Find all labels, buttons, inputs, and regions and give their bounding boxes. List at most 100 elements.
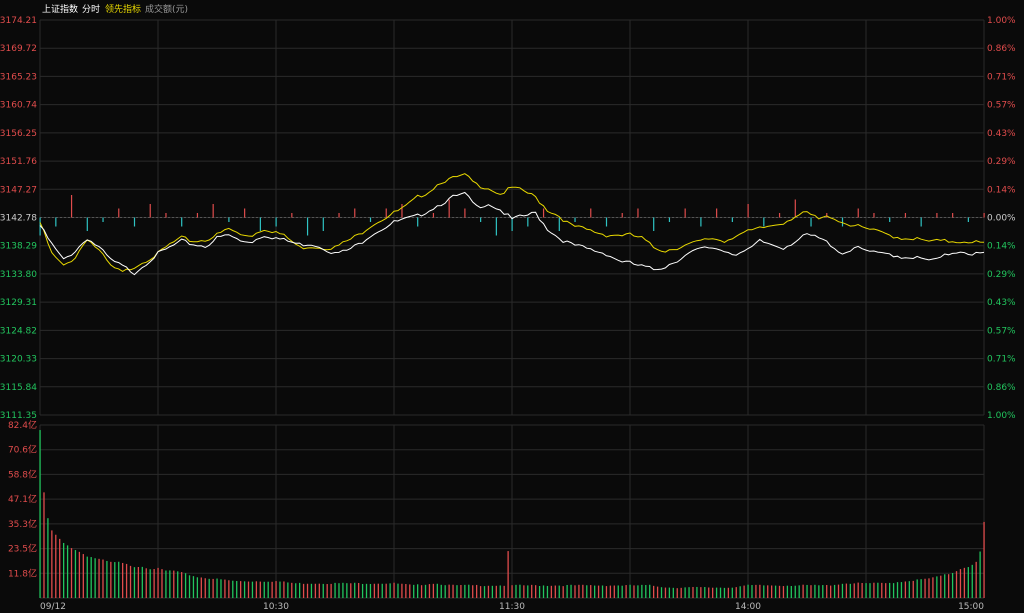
volume-bar xyxy=(885,583,887,598)
volume-bar xyxy=(841,583,844,598)
volume-bar xyxy=(983,521,985,598)
volume-tick-label: 58.8亿 xyxy=(8,468,37,480)
volume-bar xyxy=(479,586,482,598)
leading-bar xyxy=(527,217,529,227)
leading-bar xyxy=(212,204,214,218)
volume-bar xyxy=(74,550,77,598)
volume-bar xyxy=(515,584,517,598)
volume-bar xyxy=(184,573,187,598)
leading-bar xyxy=(354,208,356,218)
volume-bar xyxy=(417,584,419,598)
percent-tick-label: 0.71% xyxy=(987,355,1016,365)
leading-bar xyxy=(700,217,702,227)
leading-tab[interactable]: 领先指标 xyxy=(105,3,141,15)
leading-bar xyxy=(747,204,749,218)
volume-bar xyxy=(247,581,250,598)
volume-bar xyxy=(208,578,210,598)
volume-bar xyxy=(232,580,234,598)
volume-bar xyxy=(554,585,556,598)
volume-bar xyxy=(165,570,167,598)
volume-bar xyxy=(472,585,474,598)
volume-bar xyxy=(287,582,289,598)
volume-bar xyxy=(243,581,246,598)
volume-bar xyxy=(464,584,466,598)
volume-bar xyxy=(314,583,317,598)
volume-bar xyxy=(562,586,564,598)
volume-bar xyxy=(932,577,934,598)
leading-bar xyxy=(841,217,844,227)
volume-bar xyxy=(39,430,41,598)
volume-bar xyxy=(251,581,254,598)
volume-bar xyxy=(912,580,914,598)
volume-bar xyxy=(389,583,391,598)
volume-bar xyxy=(979,551,981,598)
leading-bar xyxy=(873,213,875,218)
mode-tab[interactable]: 分时 xyxy=(82,3,100,15)
volume-bar xyxy=(538,585,541,598)
volume-bar xyxy=(719,587,722,598)
volume-bar xyxy=(653,585,655,598)
volume-bar xyxy=(629,584,631,598)
grid-lines xyxy=(39,19,985,599)
volume-bar xyxy=(216,578,218,598)
volume-bar xyxy=(487,585,490,598)
volume-bar xyxy=(157,567,159,598)
volume-bar xyxy=(322,583,324,598)
volume-bar xyxy=(204,578,206,598)
volume-bar xyxy=(503,585,505,598)
leading-bar xyxy=(668,217,671,222)
volume-bar xyxy=(460,584,462,598)
volume-bar xyxy=(656,586,659,598)
leading-bar xyxy=(417,217,419,227)
volume-bar xyxy=(814,584,816,598)
leading-bar xyxy=(794,199,796,218)
volume-bar xyxy=(346,583,348,598)
volume-bar xyxy=(865,583,867,598)
intraday-chart[interactable]: 3174.21 3169.72 3165.23 3160.74 3156.25 3151.… xyxy=(0,0,1024,613)
volume-bar xyxy=(731,587,733,598)
price-tick-label: 3151.76 xyxy=(0,157,37,167)
leading-bar xyxy=(574,217,576,222)
volume-bar xyxy=(161,569,163,598)
volume-bar xyxy=(476,584,478,598)
percent-tick-label: 0.43% xyxy=(987,298,1016,308)
volume-bar xyxy=(224,579,226,598)
volume-bar xyxy=(491,585,494,598)
volume-bar xyxy=(361,583,364,598)
volume-bar xyxy=(617,585,619,598)
volume-bar xyxy=(420,585,423,598)
leading-bar xyxy=(70,195,73,218)
percent-tick-label: 0.86% xyxy=(987,383,1016,393)
leading-bar xyxy=(275,217,277,227)
leading-bar xyxy=(196,213,199,218)
volume-bar xyxy=(413,584,415,598)
volume-tab[interactable]: 成交额(元) xyxy=(145,3,188,15)
volume-bar xyxy=(279,581,281,598)
volume-bar xyxy=(806,584,808,598)
volume-bar xyxy=(125,563,128,598)
index-name[interactable]: 上证指数 xyxy=(42,3,78,15)
leading-bar xyxy=(306,217,309,236)
volume-bar xyxy=(133,567,136,598)
volume-bar xyxy=(283,581,285,598)
volume-bar xyxy=(668,587,671,598)
volume-bar xyxy=(664,587,667,598)
volume-bar xyxy=(672,587,674,598)
volume-bar xyxy=(240,581,242,598)
volume-bar xyxy=(892,583,895,598)
volume-bar xyxy=(601,585,604,598)
volume-bar xyxy=(857,582,859,598)
volume-bar xyxy=(739,586,741,598)
volume-bar xyxy=(181,572,183,598)
volume-bar xyxy=(259,581,261,598)
volume-bar xyxy=(369,583,372,598)
price-tick-label: 3142.78 xyxy=(0,214,37,224)
volume-bar xyxy=(519,584,521,598)
volume-bar xyxy=(837,584,840,598)
volume-bar xyxy=(114,562,116,598)
volume-bar xyxy=(302,583,305,598)
leading-bar xyxy=(102,217,104,222)
leading-bar xyxy=(338,213,340,218)
volume-bar xyxy=(566,584,568,598)
volume-bar xyxy=(523,585,525,598)
